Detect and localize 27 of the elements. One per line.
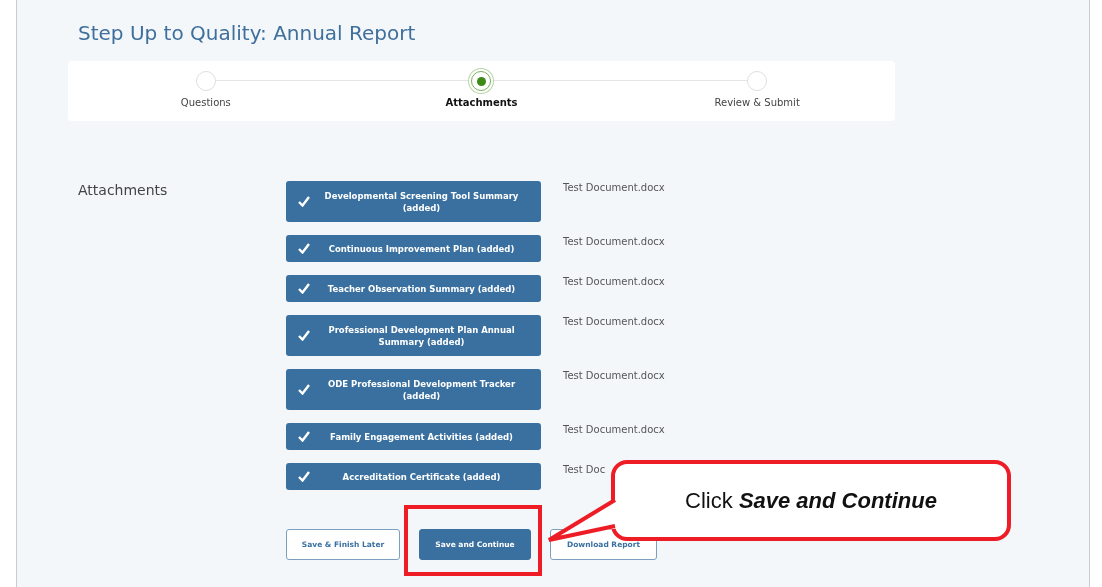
file-name: Test Document.docx	[563, 369, 666, 383]
check-icon	[298, 196, 310, 207]
attachment-button[interactable]: ODE Professional Development Tracker (added)	[286, 369, 541, 410]
file-name: Test Document.docx	[563, 235, 666, 249]
page-title: Step Up to Quality: Annual Report	[78, 20, 417, 46]
file-name: Test Doc	[563, 463, 607, 477]
step-label[interactable]: Questions	[180, 97, 231, 108]
check-icon	[298, 283, 310, 294]
step-indicator[interactable]	[471, 71, 492, 91]
file-name: Test Document.docx	[563, 181, 666, 195]
file-name: Test Document.docx	[563, 275, 666, 289]
step-label[interactable]: Attachments	[445, 97, 518, 108]
attachment-button[interactable]: Continuous Improvement Plan (added)	[286, 235, 541, 262]
section-label: Attachments	[78, 182, 169, 200]
step-label[interactable]: Review & Submit	[714, 97, 800, 108]
attachment-button[interactable]: Family Engagement Activities (added)	[286, 423, 541, 450]
attachment-button[interactable]: Professional Development Plan Annual Summary (added)	[286, 315, 541, 356]
check-icon	[298, 431, 310, 442]
attachment-button[interactable]: Teacher Observation Summary (added)	[286, 275, 541, 302]
attachment-button[interactable]: Developmental Screening Tool Summary (added)	[286, 181, 541, 222]
check-icon	[298, 384, 310, 395]
file-name: Test Document.docx	[563, 315, 666, 329]
check-icon	[298, 471, 310, 482]
attachment-button[interactable]: Accreditation Certificate (added)	[286, 463, 541, 490]
check-icon	[298, 330, 310, 341]
check-icon	[298, 243, 310, 254]
file-name: Test Document.docx	[563, 423, 666, 437]
